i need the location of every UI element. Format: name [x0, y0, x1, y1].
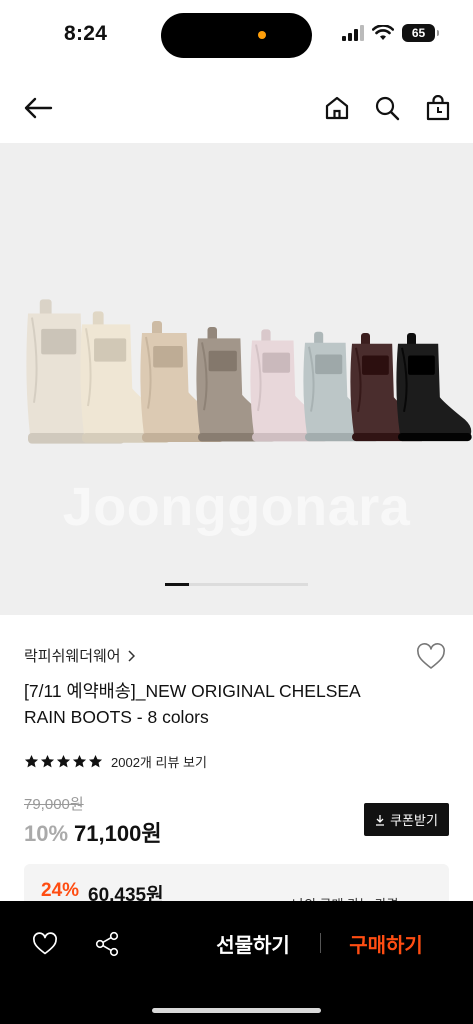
brand-link[interactable]: 락피쉬웨더웨어 — [24, 645, 135, 666]
original-price: 79,000원 — [24, 796, 84, 813]
rating-stars — [24, 754, 103, 769]
status-bar: 8:24 65 — [0, 0, 473, 70]
home-button[interactable] — [317, 88, 357, 128]
coupon-button[interactable]: 쿠폰받기 — [364, 803, 449, 836]
bottom-action-bar: 선물하기 구매하기 — [0, 901, 473, 1024]
star-icon — [56, 754, 71, 768]
search-icon — [375, 96, 400, 121]
privacy-indicator-dot — [258, 31, 266, 39]
boot-image — [396, 333, 472, 442]
top-nav — [0, 78, 473, 138]
brand-name: 락피쉬웨더웨어 — [24, 648, 121, 665]
coupon-label: 쿠폰받기 — [390, 813, 438, 828]
status-time: 8:24 — [64, 22, 108, 45]
product-image-carousel[interactable]: Joonggonara — [0, 143, 473, 615]
share-button[interactable] — [91, 928, 123, 960]
heart-icon — [33, 932, 57, 955]
home-icon — [325, 96, 349, 120]
carousel-indicator — [165, 582, 308, 586]
wishlist-button[interactable] — [414, 640, 448, 674]
watermark: Joonggonara — [62, 477, 411, 537]
shopping-bag-button[interactable] — [418, 88, 458, 128]
star-icon — [40, 754, 55, 768]
sale-price: 71,100원 — [74, 821, 162, 846]
carousel-indicator-active — [165, 582, 189, 586]
share-icon — [95, 931, 119, 957]
rating-row: 2002개 리뷰 보기 — [24, 752, 207, 771]
chevron-right-icon — [128, 649, 135, 662]
star-icon — [24, 754, 39, 768]
star-icon — [72, 754, 87, 768]
star-icon — [88, 754, 103, 768]
gift-button[interactable]: 선물하기 — [205, 929, 301, 959]
price-row: 10% 71,100원 — [24, 816, 162, 848]
discount-rate: 10% — [24, 821, 69, 846]
bottom-wishlist-button[interactable] — [29, 928, 61, 960]
status-icons: 65 — [342, 24, 439, 42]
search-button[interactable] — [367, 88, 407, 128]
review-link[interactable]: 2002개 리뷰 보기 — [111, 752, 207, 771]
buy-button[interactable]: 구매하기 — [338, 929, 434, 959]
wifi-icon — [372, 25, 394, 40]
product-title: [7/11 예약배송]_NEW ORIGINAL CHELSEA RAIN BO… — [24, 681, 360, 727]
divider — [320, 933, 321, 953]
my-price-discount: 24% — [41, 880, 80, 901]
back-arrow-icon — [24, 97, 53, 119]
dynamic-island — [161, 13, 312, 58]
battery-level: 65 — [411, 26, 426, 40]
download-icon — [376, 814, 385, 826]
battery-icon: 65 — [402, 24, 439, 42]
shopping-bag-icon — [426, 95, 450, 121]
back-button[interactable] — [18, 88, 58, 128]
home-indicator — [152, 1008, 321, 1013]
signal-icon — [342, 25, 364, 41]
product-image — [26, 299, 472, 444]
heart-icon — [417, 643, 445, 669]
